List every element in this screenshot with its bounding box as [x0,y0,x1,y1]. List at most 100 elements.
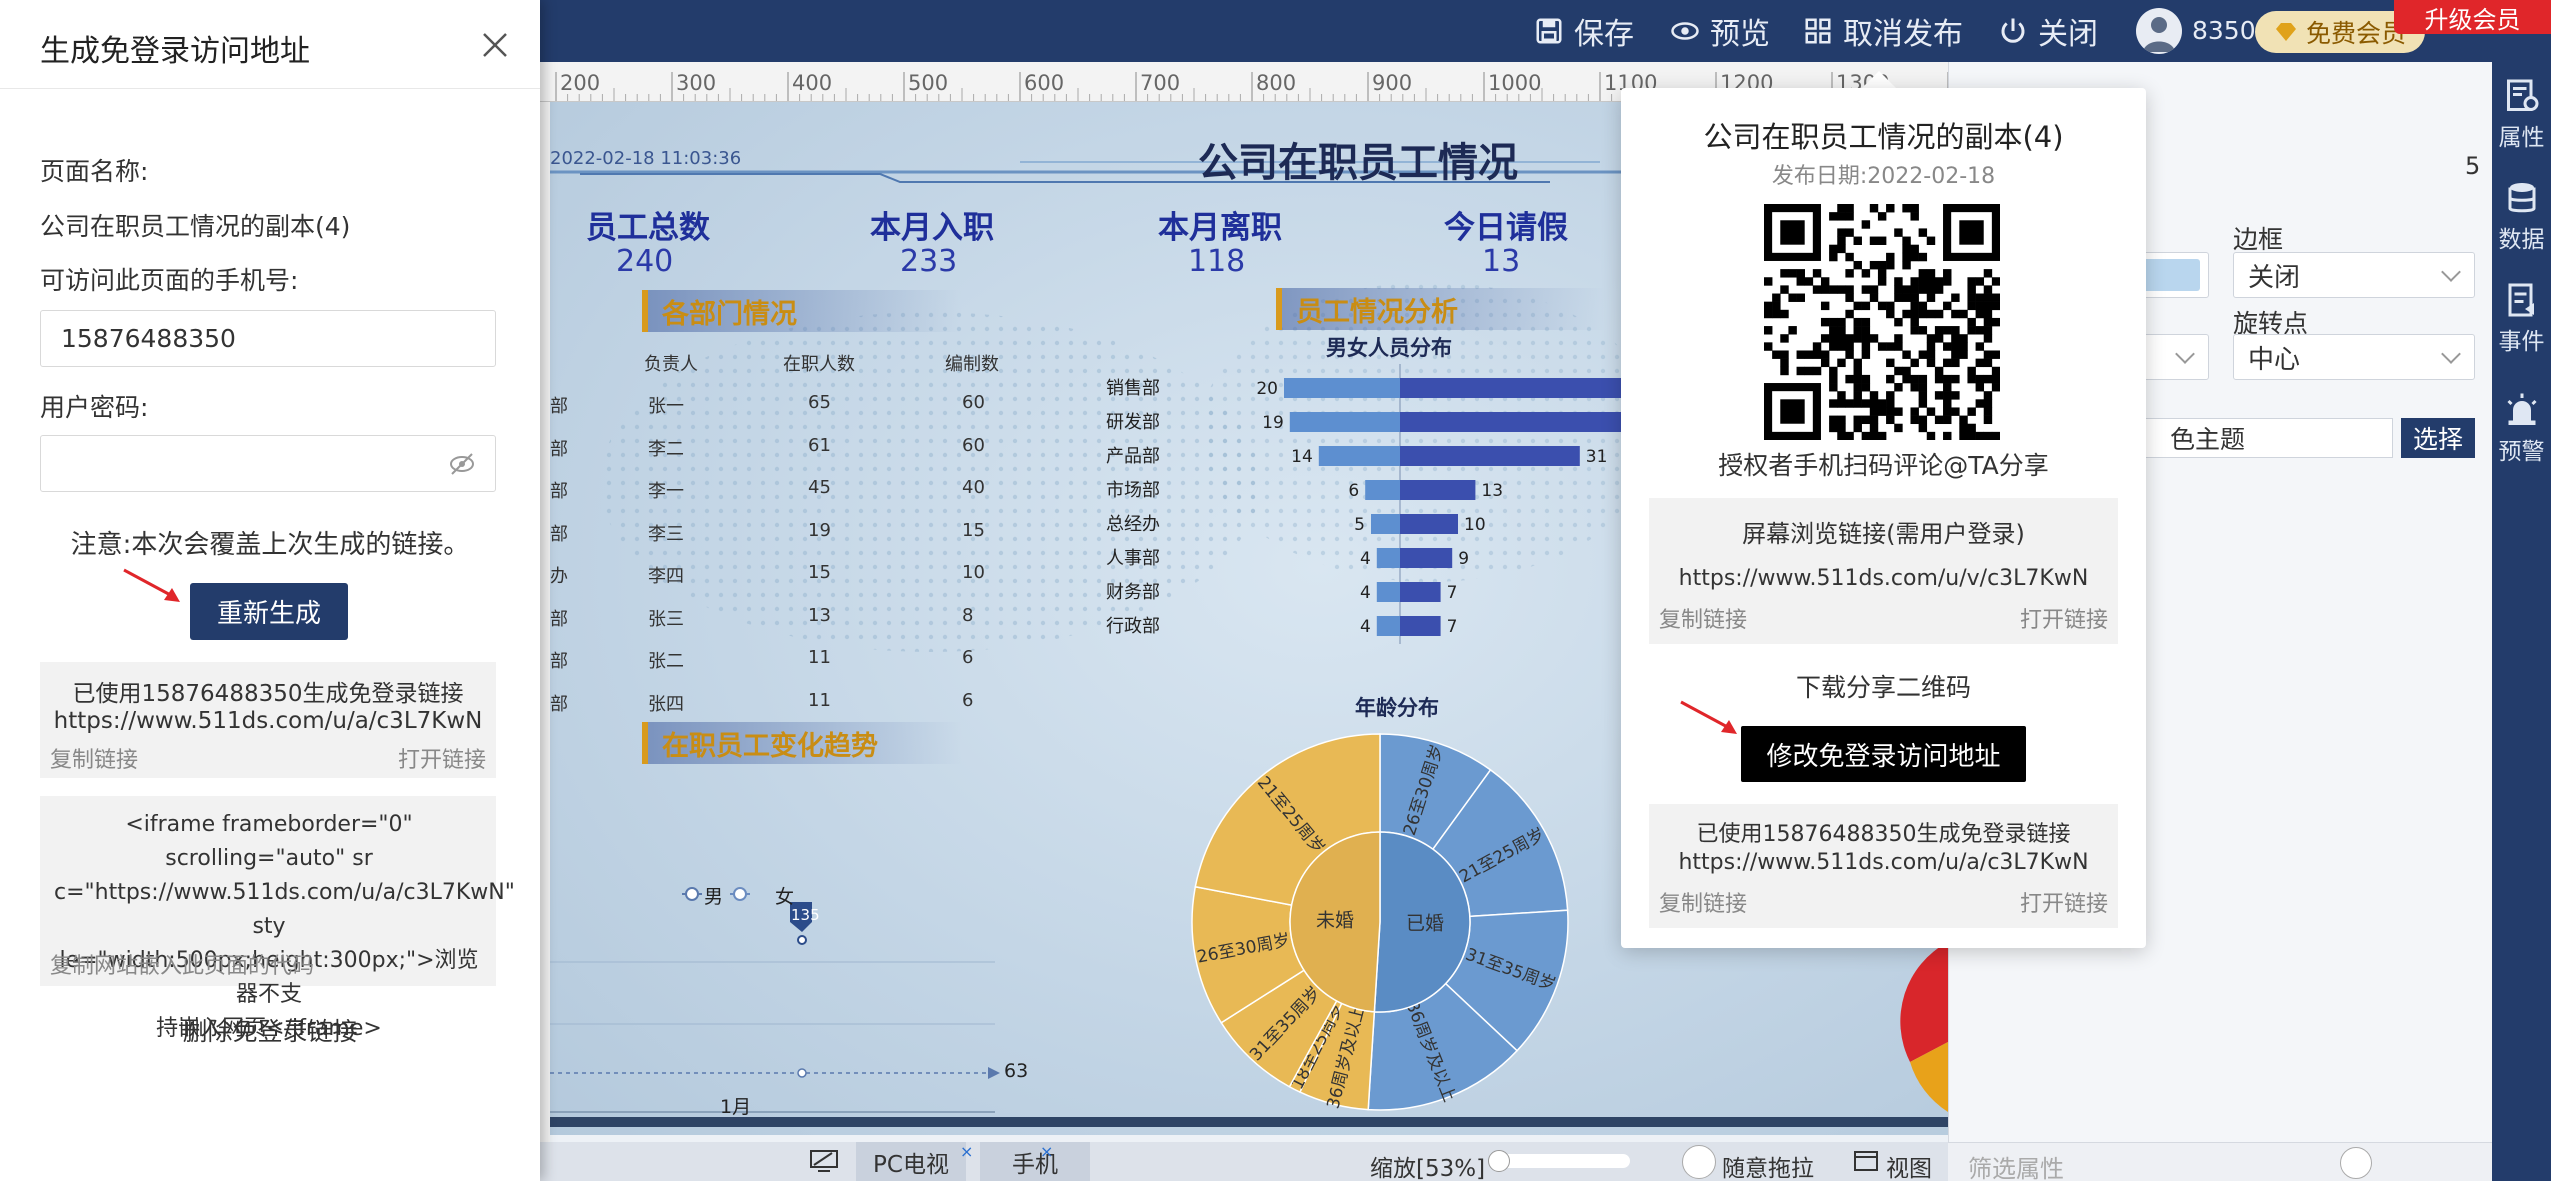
bar-right-value: 7 [1447,583,1458,603]
qr-module [1934,374,1944,384]
save-button[interactable]: 保存 [1534,12,1634,52]
qr-module [1804,277,1814,286]
tab-properties[interactable]: 属性 [2492,78,2551,152]
preview-button[interactable]: 预览 [1670,12,1770,52]
screen-link-title: 屏幕浏览链接(需用户登录) [1742,520,2025,548]
generated-link-url[interactable]: https://www.511ds.com/u/a/c3L7KwN [40,708,496,734]
copy-screen-link-button[interactable]: 复制链接 [1659,602,1747,634]
simple-config-toggle[interactable] [2340,1147,2372,1179]
close-icon[interactable] [482,32,508,58]
rotate-select[interactable]: 中心 [2233,334,2475,380]
qr-module [1837,399,1846,408]
qr-module [1861,220,1871,229]
open-screen-link-button[interactable]: 打开链接 [2020,602,2108,634]
screen-link-box: 屏幕浏览链接(需用户登录) https://www.511ds.com/u/v/… [1649,498,2118,644]
close-tab-icon[interactable]: × [1040,1142,1053,1161]
preview-label: 预览 [1710,17,1770,52]
tab-events[interactable]: 事件 [2492,282,2551,356]
bar-right [1400,616,1441,636]
dept-cell-quota: 6 [962,647,974,668]
ruler-label: 900 [1372,71,1412,95]
zoom-slider-thumb[interactable] [1488,1150,1510,1172]
tab-mobile[interactable]: 手机 [980,1142,1090,1181]
eye-off-icon[interactable] [449,452,475,476]
qr-module [1812,285,1822,294]
share-qr-code[interactable] [1764,204,2000,440]
copy-link-button[interactable]: 复制链接 [50,742,138,774]
qr-module [1991,350,2000,359]
qr-module [1764,309,1773,319]
pointer-arrow-icon [1680,700,1737,734]
qr-module [1975,374,1985,384]
delete-link-button[interactable]: 删除免登录链接 [0,1012,540,1048]
qr-module [1918,326,1928,335]
open-link-button[interactable]: 打开链接 [398,742,486,774]
password-input[interactable] [40,435,496,492]
screen-link-url[interactable]: https://www.511ds.com/u/v/c3L7KwN [1649,566,2118,591]
unpublish-button[interactable]: 取消发布 [1803,12,1963,52]
qr-module [1918,309,1928,319]
dept-header-quota: 编制数 [945,354,999,375]
qr-module [1853,317,1862,327]
qr-module [1796,366,1805,376]
qr-module [1967,277,1976,286]
qr-module [1910,204,1919,213]
qr-module [1845,374,1854,384]
copy-embed-code-button[interactable]: 复制网站嵌入此页面的代码 [50,948,314,980]
zoom-slider[interactable] [1488,1150,1630,1172]
prop-count: 5 [2465,152,2481,180]
popover-title: 公司在职员工情况的副本(4) [1703,120,2064,154]
drag-toggle[interactable] [1682,1145,1716,1179]
border-select[interactable]: 关闭 [2233,252,2475,298]
qr-module [1820,350,1830,359]
qr-module [1918,277,1928,286]
pointer-arrow-icon [123,568,180,602]
dept-header-manager: 负责人 [644,354,698,375]
tab-data-label: 数据 [2498,227,2545,253]
close-button[interactable]: 关闭 [1998,12,2098,52]
qr-module [1902,252,1911,262]
qr-module [1780,366,1789,376]
dept-cell-manager: 李四 [648,566,684,587]
legend-marker-male [685,887,699,901]
tab-data[interactable]: 数据 [2492,180,2551,254]
qr-module [1788,269,1797,278]
gender-chart-title: 男女人员分布 [1326,336,1452,360]
qr-module [1845,285,1854,294]
qr-module [1812,342,1822,351]
copy-free-link-button[interactable]: 复制链接 [1659,886,1747,918]
bar-left-value: 4 [1360,617,1371,637]
regenerate-button[interactable]: 重新生成 [190,583,348,640]
qr-module [1983,301,1993,311]
ruler-label: 600 [1024,71,1064,95]
phone-input[interactable]: 15876488350 [40,310,496,367]
upgrade-badge[interactable]: 升级会员 [2394,0,2551,34]
qr-module [1886,407,1895,416]
close-tab-icon[interactable]: × [960,1142,973,1161]
avatar[interactable] [2136,8,2182,54]
qr-module [1910,407,1919,416]
free-login-link-url[interactable]: https://www.511ds.com/u/a/c3L7KwN [1649,850,2118,875]
choose-theme-button[interactable]: 选择 [2401,418,2475,458]
qr-module [1943,277,1952,286]
qr-module [1902,350,1911,359]
qr-module [1918,285,1928,294]
qr-module [1943,269,1952,278]
qr-module [1877,260,1887,270]
qr-module [1829,212,1838,221]
drag-label: 随意拖拉 [1722,1156,1814,1181]
qr-module [1975,277,1985,286]
tab-alerts[interactable]: 预警 [2492,392,2551,466]
qr-module [1869,391,1879,400]
tab-pc-tv[interactable]: PC电视 [856,1142,966,1181]
qr-module [1886,358,1895,368]
qr-module [1886,399,1895,408]
share-popover: 公司在职员工情况的副本(4) 发布日期:2022-02-18 授权者手机扫码评论… [1621,88,2146,948]
dept-cell-quota: 15 [962,519,985,541]
open-free-link-button[interactable]: 打开链接 [2020,886,2108,918]
view-label[interactable]: 视图 [1886,1149,1932,1181]
free-login-link-text: 已使用15876488350生成免登录链接 [1696,822,2071,847]
tab-events-label: 事件 [2498,329,2545,355]
filter-input[interactable]: 筛选属性 [1968,1149,2064,1181]
modify-free-login-button[interactable]: 修改免登录访问地址 [1741,726,2026,782]
